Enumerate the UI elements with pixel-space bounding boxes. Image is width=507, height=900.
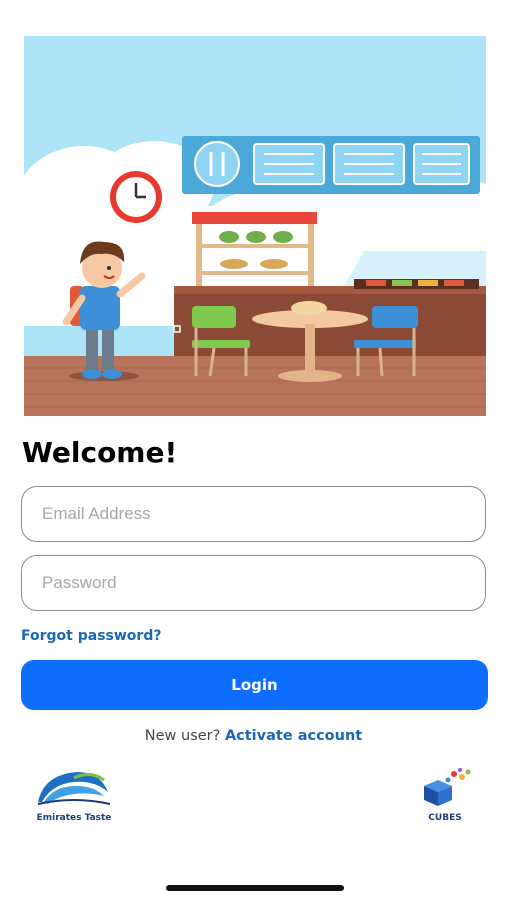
password-input[interactable] <box>22 556 485 610</box>
email-input[interactable] <box>22 487 485 541</box>
welcome-title: Welcome! <box>22 436 178 469</box>
cubes-logo-mark <box>424 768 471 806</box>
forgot-password-link[interactable]: Forgot password? <box>21 628 161 644</box>
activate-account-link[interactable]: Activate account <box>225 728 362 744</box>
emirates-taste-logo-text: Emirates Taste <box>36 813 112 823</box>
login-button[interactable]: Login <box>21 660 488 710</box>
signup-prompt: New user? Activate account <box>0 728 507 744</box>
display-case <box>344 251 486 289</box>
password-field-container <box>21 555 486 611</box>
hero-illustration <box>24 36 486 416</box>
cubes-logo: CUBES <box>416 768 474 823</box>
menu-board <box>182 136 480 194</box>
emirates-taste-logo: Emirates Taste <box>34 766 114 823</box>
email-field-container <box>21 486 486 542</box>
cubes-logo-text: CUBES <box>428 813 462 823</box>
signup-prompt-text: New user? <box>144 728 221 744</box>
emirates-taste-logo-mark <box>37 772 111 805</box>
home-indicator[interactable] <box>166 885 344 891</box>
clock-icon <box>110 171 162 223</box>
